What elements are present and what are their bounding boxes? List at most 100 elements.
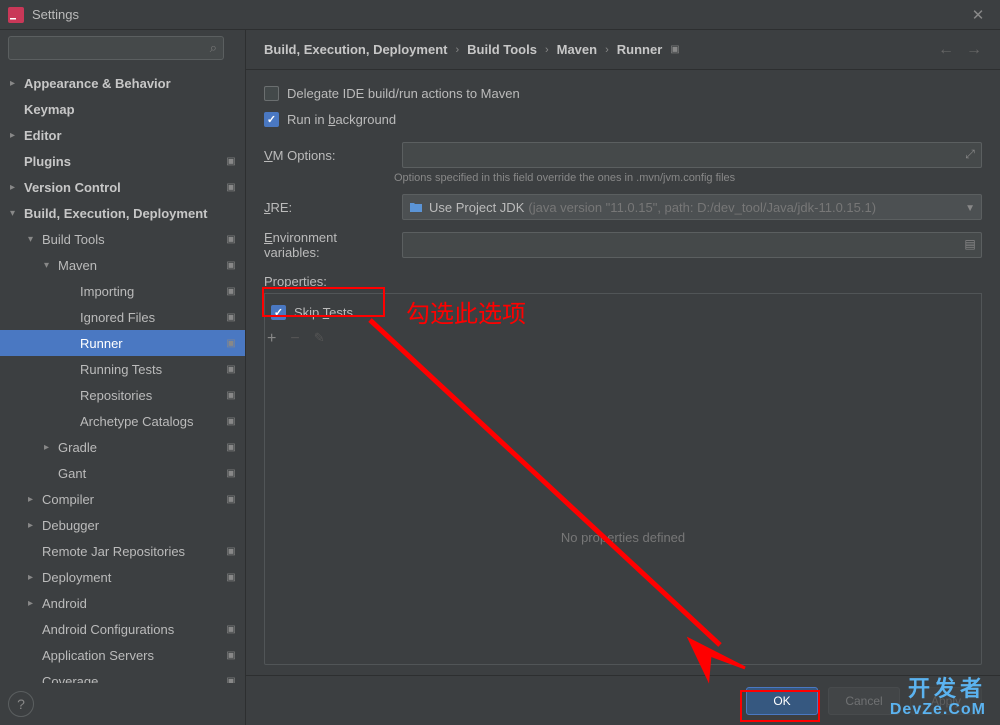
breadcrumb-part[interactable]: Runner [617,42,663,57]
vm-options-hint: Options specified in this field override… [394,172,982,184]
tree-item-repositories[interactable]: Repositories▣ [0,382,245,408]
tree-item-build-tools[interactable]: ▾Build Tools▣ [0,226,245,252]
tree-item-label: Runner [80,336,225,351]
window-title: Settings [32,7,964,22]
module-icon: ▣ [225,286,237,296]
module-icon: ▣ [225,572,237,582]
chevron-icon: ▾ [10,208,24,219]
edit-button[interactable]: ✎ [314,330,325,348]
expand-icon[interactable]: ⤢ [962,146,978,162]
search-input[interactable] [8,36,224,60]
skip-tests-checkbox[interactable] [271,305,286,320]
chevron-icon: ▸ [44,442,58,453]
chevron-icon: ▾ [28,234,42,245]
background-label: Run in background [287,112,396,127]
settings-tree[interactable]: ▸Appearance & Behavior Keymap ▸EditorPlugi… [0,66,245,683]
properties-list: No properties defined [264,411,982,665]
tree-item-editor[interactable]: ▸Editor [0,122,245,148]
tree-item-maven[interactable]: ▾Maven▣ [0,252,245,278]
tree-item-ignored-files[interactable]: Ignored Files▣ [0,304,245,330]
jre-label: JRE: [264,200,394,215]
breadcrumb: Build, Execution, Deployment › Build Too… [246,30,1000,70]
tree-item-runner[interactable]: Runner▣ [0,330,245,356]
module-icon: ▣ [225,650,237,660]
breadcrumb-part[interactable]: Build, Execution, Deployment [264,42,447,57]
nav-back-icon[interactable]: ← [938,41,954,59]
tree-item-remote-jar-repositories[interactable]: Remote Jar Repositories▣ [0,538,245,564]
vm-options-input[interactable] [402,142,982,168]
tree-item-label: Keymap [24,102,237,117]
tree-item-running-tests[interactable]: Running Tests▣ [0,356,245,382]
chevron-icon: ▸ [28,598,42,609]
tree-item-label: Ignored Files [80,310,225,325]
tree-item-label: Build Tools [42,232,225,247]
tree-item-debugger[interactable]: ▸Debugger [0,512,245,538]
remove-button[interactable]: − [290,330,299,348]
module-icon: ▣ [225,390,237,400]
chevron-right-icon: › [605,44,609,56]
skip-tests-label: Skip Tests [294,305,353,320]
properties-label: Properties: [264,274,982,289]
tree-item-label: Application Servers [42,648,225,663]
ok-button[interactable]: OK [746,687,818,715]
tree-item-label: Remote Jar Repositories [42,544,225,559]
dialog-buttons: OK Cancel Apply [246,675,1000,725]
module-icon: ▣ [225,624,237,634]
module-icon: ▣ [225,364,237,374]
help-button[interactable]: ? [8,691,34,717]
titlebar: Settings ✕ [0,0,1000,30]
chevron-icon: ▾ [44,260,58,271]
jre-select[interactable]: Use Project JDK (java version "11.0.15",… [402,194,982,220]
module-icon: ▣ [225,156,237,166]
delegate-label: Delegate IDE build/run actions to Maven [287,86,520,101]
module-icon: ▣ [225,234,237,244]
window-close-button[interactable]: ✕ [964,6,992,24]
module-icon: ▣ [225,546,237,556]
apply-button[interactable]: Apply [910,687,982,715]
tree-item-keymap[interactable]: Keymap [0,96,245,122]
tree-item-label: Gant [58,466,225,481]
breadcrumb-part[interactable]: Maven [557,42,597,57]
tree-item-label: Build, Execution, Deployment [24,206,237,221]
tree-item-coverage[interactable]: Coverage▣ [0,668,245,683]
tree-item-deployment[interactable]: ▸Deployment▣ [0,564,245,590]
list-icon[interactable]: ▤ [962,236,978,252]
tree-item-gradle[interactable]: ▸Gradle▣ [0,434,245,460]
breadcrumb-part[interactable]: Build Tools [467,42,537,57]
tree-item-version-control[interactable]: ▸Version Control▣ [0,174,245,200]
tree-item-label: Importing [80,284,225,299]
chevron-icon: ▸ [10,182,24,193]
chevron-icon: ▸ [28,572,42,583]
add-button[interactable]: + [267,330,276,348]
env-label: Environment variables: [264,230,394,260]
chevron-icon: ▸ [10,130,24,141]
module-icon: ▣ [225,416,237,426]
search-icon: ⌕ [210,40,217,56]
tree-item-label: Compiler [42,492,225,507]
cancel-button[interactable]: Cancel [828,687,900,715]
tree-item-android-configurations[interactable]: Android Configurations▣ [0,616,245,642]
tree-item-compiler[interactable]: ▸Compiler▣ [0,486,245,512]
tree-item-label: Coverage [42,674,225,684]
tree-item-plugins[interactable]: Plugins▣ [0,148,245,174]
background-checkbox[interactable] [264,112,279,127]
module-icon: ▣ [670,44,679,55]
tree-item-label: Debugger [42,518,237,533]
module-icon: ▣ [225,442,237,452]
module-icon: ▣ [225,468,237,478]
tree-item-label: Deployment [42,570,225,585]
tree-item-importing[interactable]: Importing▣ [0,278,245,304]
tree-item-label: Maven [58,258,225,273]
tree-item-archetype-catalogs[interactable]: Archetype Catalogs▣ [0,408,245,434]
tree-item-build-execution-deployment[interactable]: ▾Build, Execution, Deployment [0,200,245,226]
nav-forward-icon[interactable]: → [966,41,982,59]
tree-item-gant[interactable]: Gant▣ [0,460,245,486]
delegate-checkbox[interactable] [264,86,279,101]
tree-item-appearance-behavior[interactable]: ▸Appearance & Behavior [0,70,245,96]
tree-item-android[interactable]: ▸Android [0,590,245,616]
tree-item-application-servers[interactable]: Application Servers▣ [0,642,245,668]
chevron-icon: ▸ [10,78,24,89]
env-input[interactable] [402,232,982,258]
chevron-right-icon: › [545,44,549,56]
module-icon: ▣ [225,182,237,192]
